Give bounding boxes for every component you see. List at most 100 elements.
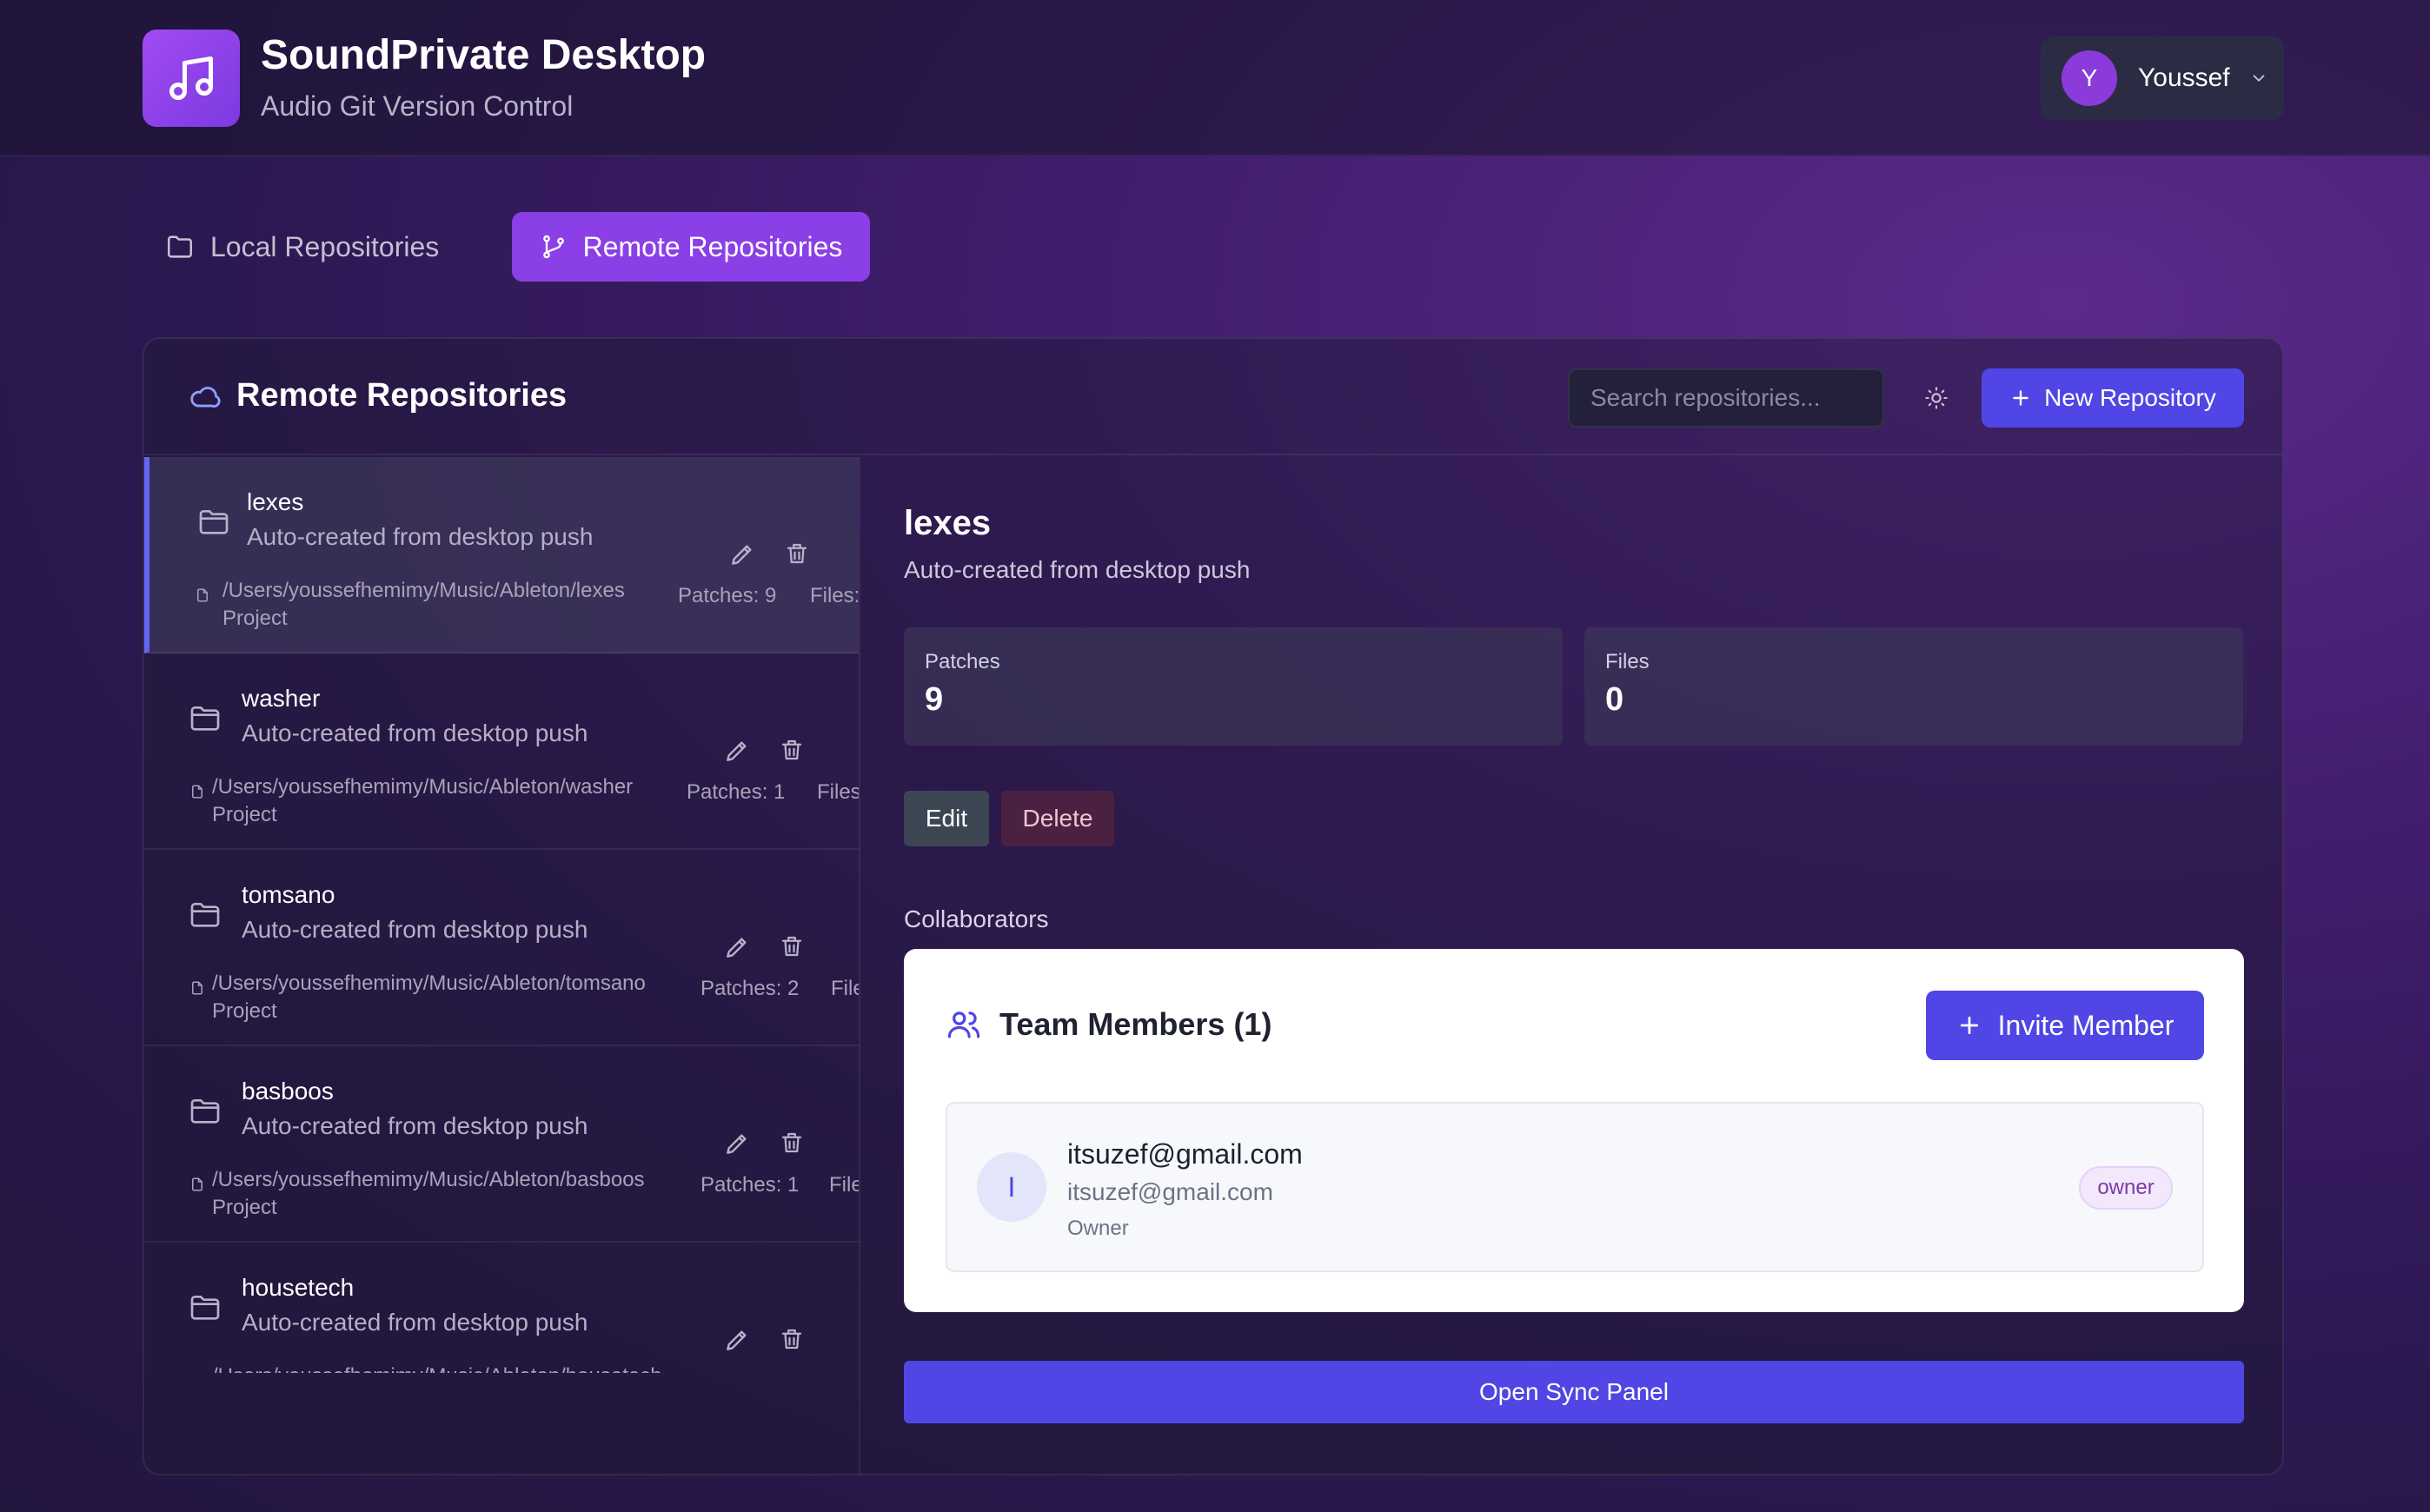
file-icon: [189, 784, 205, 799]
folder-icon: [165, 232, 195, 262]
repository-detail: lexes Auto-created from desktop push Pat…: [862, 457, 2282, 1474]
edit-pencil-icon[interactable]: [723, 933, 751, 961]
repository-patches: Patches: 1: [687, 780, 786, 804]
repository-path: /Users/youssefhemimy/Music/Ableton/washe…: [212, 775, 634, 826]
repository-path: /Users/youssefhemimy/Music/Ableton/lexes…: [222, 579, 625, 630]
stat-value: 0: [1605, 681, 1624, 718]
trash-icon[interactable]: [779, 1130, 805, 1156]
repository-description: Auto-created from desktop push: [242, 916, 588, 943]
member-secondary-email: itsuzef@gmail.com: [1067, 1178, 1273, 1205]
repository-description: Auto-created from desktop push: [242, 720, 588, 746]
stat-card-files: Files 0: [1584, 627, 2243, 746]
folder-icon: [188, 700, 222, 735]
edit-pencil-icon[interactable]: [728, 540, 756, 568]
team-member-row: I itsuzef@gmail.com itsuzef@gmail.com Ow…: [946, 1102, 2204, 1272]
trash-icon[interactable]: [779, 737, 805, 763]
user-menu-button[interactable]: Y Youssef: [2041, 36, 2284, 120]
tab-local-repositories[interactable]: Local Repositories: [165, 212, 439, 282]
edit-pencil-icon[interactable]: [723, 1130, 751, 1157]
stat-card-patches: Patches 9: [904, 627, 1563, 746]
team-members-card: Team Members (1) Invite Member I itsuzef…: [904, 949, 2244, 1312]
user-avatar: Y: [2062, 50, 2117, 106]
delete-button[interactable]: Delete: [1001, 791, 1114, 846]
repository-name: housetech: [242, 1274, 355, 1301]
app-subtitle: Audio Git Version Control: [261, 90, 574, 122]
new-repository-label: New Repository: [2044, 384, 2216, 411]
repository-item-washer[interactable]: washer Auto-created from desktop push /U…: [144, 653, 860, 850]
detail-repository-description: Auto-created from desktop push: [904, 556, 1251, 583]
team-title-group: Team Members (1): [946, 1006, 1271, 1043]
app-logo: [143, 30, 240, 127]
repository-files: Files: 0: [829, 1173, 859, 1197]
team-members-title: Team Members (1): [999, 1006, 1272, 1042]
repository-path: /Users/youssefhemimy/Music/Ableton/house…: [212, 1363, 681, 1373]
folder-icon: [188, 1093, 222, 1128]
user-name: Youssef: [2138, 63, 2230, 92]
detail-repository-name: lexes: [904, 504, 992, 542]
file-icon: [189, 1177, 205, 1192]
app-header: SoundPrivate Desktop Audio Git Version C…: [0, 0, 2430, 156]
repository-patches: Patches: 9: [678, 584, 777, 607]
repository-name: lexes: [247, 488, 304, 515]
repository-patches: Patches: 2: [700, 977, 800, 1000]
tab-label: Local Repositories: [210, 230, 440, 262]
repository-path: /Users/youssefhemimy/Music/Ableton/basbo…: [212, 1168, 645, 1219]
member-role: Owner: [1067, 1217, 1129, 1240]
chevron-down-icon: [2249, 69, 2268, 88]
app-title: SoundPrivate Desktop: [261, 32, 707, 78]
repository-name: washer: [242, 685, 321, 712]
stat-label: Files: [1605, 650, 1650, 673]
repository-list: lexes Auto-created from desktop push /Us…: [144, 457, 860, 1474]
repository-patches: Patches: 1: [700, 1173, 800, 1197]
git-branch-icon: [540, 233, 568, 261]
folder-icon: [196, 504, 231, 539]
new-repository-button[interactable]: New Repository: [1982, 368, 2244, 428]
repository-description: Auto-created from desktop push: [247, 523, 594, 550]
role-badge: owner: [2079, 1166, 2173, 1210]
users-icon: [946, 1006, 982, 1043]
repository-item-lexes[interactable]: lexes Auto-created from desktop push /Us…: [144, 457, 860, 653]
repository-files: Files: 0: [831, 977, 859, 1000]
edit-button[interactable]: Edit: [904, 791, 989, 846]
folder-icon: [188, 897, 222, 932]
repository-name: tomsano: [242, 881, 335, 908]
panel-title-group: Remote Repositories: [188, 377, 567, 414]
theme-toggle[interactable]: [1917, 379, 1955, 417]
tab-remote-repositories[interactable]: Remote Repositories: [512, 212, 870, 282]
edit-pencil-icon[interactable]: [723, 1326, 751, 1354]
file-icon: [189, 980, 205, 996]
panel-header: Remote Repositories New Repository: [144, 339, 2282, 455]
member-email: itsuzef@gmail.com: [1067, 1138, 1303, 1170]
stat-value: 9: [925, 681, 944, 718]
repository-item-basboos[interactable]: basboos Auto-created from desktop push /…: [144, 1046, 859, 1243]
trash-icon[interactable]: [779, 933, 805, 959]
repository-path: /Users/youssefhemimy/Music/Ableton/tomsa…: [212, 972, 646, 1023]
panel-title: Remote Repositories: [236, 377, 568, 414]
repository-files: Files: 0: [810, 584, 860, 607]
repository-description: Auto-created from desktop push: [242, 1309, 588, 1336]
trash-icon[interactable]: [784, 540, 810, 567]
repository-item-housetech[interactable]: housetech Auto-created from desktop push…: [144, 1243, 859, 1373]
plus-icon: [1956, 1012, 1982, 1038]
member-avatar: I: [977, 1152, 1046, 1222]
sun-icon: [1924, 386, 1949, 410]
search-input[interactable]: [1568, 368, 1884, 428]
stat-label: Patches: [925, 650, 1000, 673]
remote-repositories-panel: Remote Repositories New Repository lexes…: [143, 337, 2284, 1476]
folder-icon: [188, 1290, 222, 1324]
collaborators-label: Collaborators: [904, 905, 1049, 932]
plus-icon: [2009, 387, 2032, 409]
invite-member-label: Invite Member: [1997, 1009, 2174, 1041]
cloud-icon: [188, 380, 221, 413]
music-note-icon: [165, 52, 217, 104]
invite-member-button[interactable]: Invite Member: [1926, 991, 2204, 1060]
tab-label: Remote Repositories: [582, 230, 843, 262]
repository-description: Auto-created from desktop push: [242, 1112, 588, 1139]
trash-icon[interactable]: [779, 1326, 805, 1352]
edit-pencil-icon[interactable]: [723, 737, 751, 765]
repository-name: basboos: [242, 1078, 334, 1104]
open-sync-panel-button[interactable]: Open Sync Panel: [904, 1361, 2244, 1423]
repository-files: Files: 0: [817, 780, 860, 804]
file-icon: [195, 587, 210, 603]
repository-item-tomsano[interactable]: tomsano Auto-created from desktop push /…: [144, 850, 859, 1046]
